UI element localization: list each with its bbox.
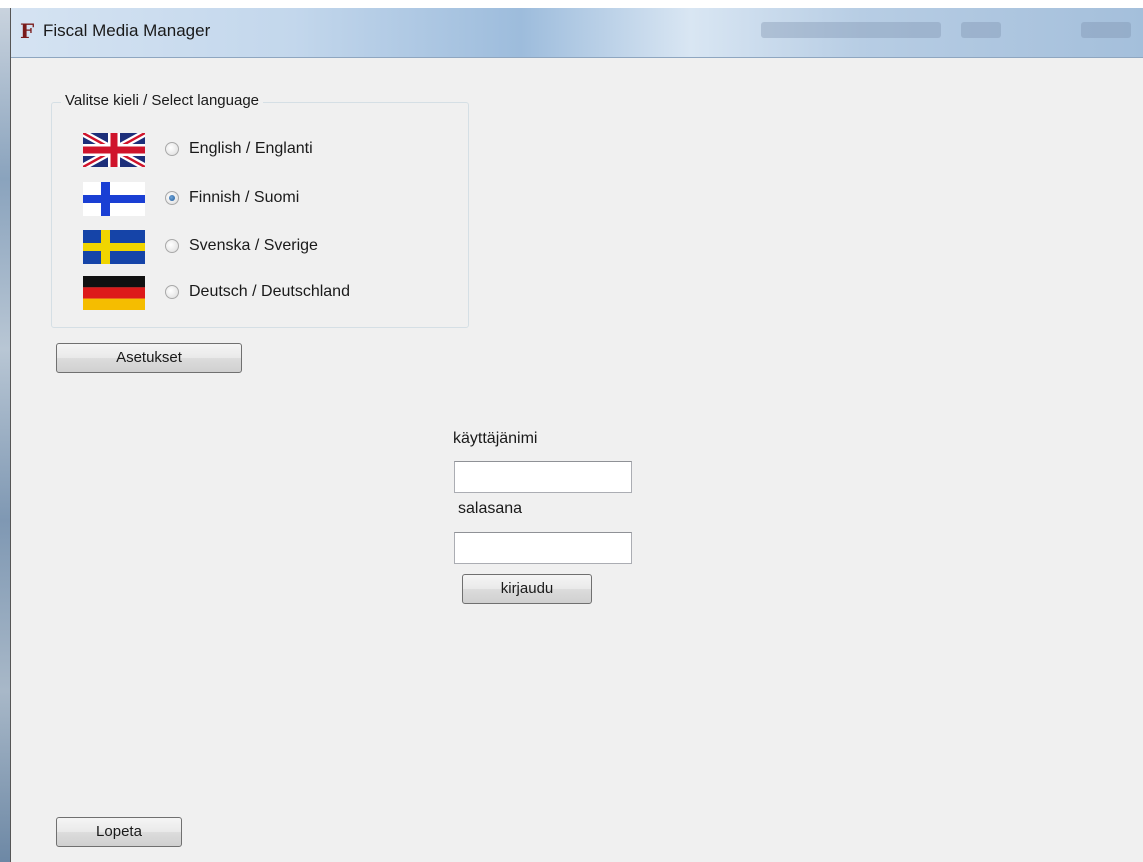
username-input[interactable] xyxy=(454,461,632,493)
background-window-ghost xyxy=(761,22,941,38)
german-radio[interactable] xyxy=(165,285,179,299)
english-label: English / Englanti xyxy=(189,140,313,157)
username-label: käyttäjänimi xyxy=(453,430,538,447)
finland-flag-icon xyxy=(83,182,145,216)
app-window: F Fiscal Media Manager Valitse kieli / S… xyxy=(10,8,1143,862)
language-option-finnish[interactable]: Finnish / Suomi xyxy=(83,182,443,216)
partial-page-heading-strip xyxy=(0,0,1143,8)
background-window-ghost xyxy=(961,22,1001,38)
language-group-title: Valitse kieli / Select language xyxy=(61,92,264,109)
language-option-swedish[interactable]: Svenska / Sverige xyxy=(83,230,443,264)
language-option-german[interactable]: Deutsch / Deutschland xyxy=(83,276,443,310)
window-title: Fiscal Media Manager xyxy=(43,21,211,40)
password-input[interactable] xyxy=(454,532,632,564)
swedish-label: Svenska / Sverige xyxy=(189,237,318,254)
quit-button[interactable]: Lopeta xyxy=(56,817,182,847)
settings-button[interactable]: Asetukset xyxy=(56,343,242,373)
sweden-flag-icon xyxy=(83,230,145,264)
finnish-radio[interactable] xyxy=(165,191,179,205)
title-bar[interactable]: F Fiscal Media Manager xyxy=(11,8,1143,58)
language-option-english[interactable]: English / Englanti xyxy=(83,133,443,167)
swedish-radio[interactable] xyxy=(165,239,179,253)
password-label: salasana xyxy=(458,500,523,517)
app-logo-icon: F xyxy=(20,19,35,43)
background-window-ghost xyxy=(1081,22,1131,38)
login-button[interactable]: kirjaudu xyxy=(462,574,592,604)
germany-flag-icon xyxy=(83,276,145,310)
german-label: Deutsch / Deutschland xyxy=(189,283,350,300)
english-radio[interactable] xyxy=(165,142,179,156)
window-client-area: Valitse kieli / Select language English … xyxy=(11,58,1143,862)
desktop-background-edge xyxy=(0,8,10,862)
finnish-label: Finnish / Suomi xyxy=(189,189,300,206)
uk-flag-icon xyxy=(83,133,145,167)
